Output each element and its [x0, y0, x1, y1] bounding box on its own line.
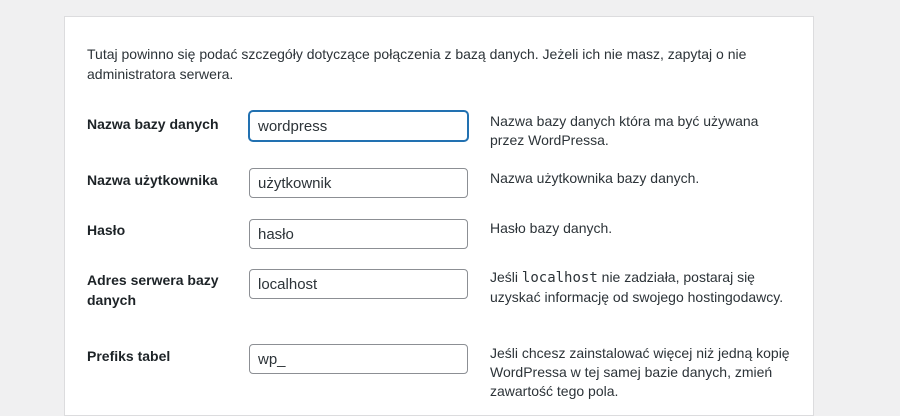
table-prefix-description: Jeśli chcesz zainstalować więcej niż jed… — [490, 345, 790, 399]
db-password-label: Hasło — [87, 222, 126, 238]
setup-config-form: Tutaj powinno się podać szczegóły dotycz… — [64, 16, 814, 416]
db-name-input[interactable] — [249, 111, 468, 141]
db-password-description: Hasło bazy danych. — [490, 220, 613, 236]
db-host-description-code: localhost — [521, 270, 598, 286]
intro-text: Tutaj powinno się podać szczegóły dotycz… — [87, 46, 747, 82]
db-host-label: Adres serwera bazy danych — [87, 272, 219, 308]
table-prefix-input[interactable] — [249, 344, 468, 374]
db-host-description-pre: Jeśli — [490, 269, 519, 285]
db-user-label: Nazwa użytkownika — [87, 172, 218, 188]
db-host-description: Jeśli localhost nie zadziała, postaraj s… — [490, 268, 790, 307]
db-name-description: Nazwa bazy danych która ma być używana p… — [490, 113, 759, 148]
table-prefix-label: Prefiks tabel — [87, 348, 171, 364]
db-name-label: Nazwa bazy danych — [87, 116, 219, 132]
db-user-input[interactable] — [249, 168, 468, 198]
db-password-input[interactable] — [249, 219, 468, 249]
db-user-description: Nazwa użytkownika bazy danych. — [490, 170, 700, 186]
db-host-input[interactable] — [249, 269, 468, 299]
